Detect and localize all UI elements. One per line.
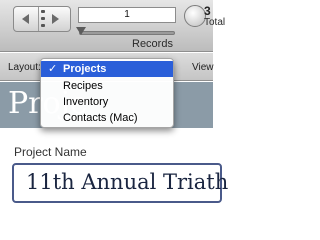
total-record-count: 3	[204, 4, 211, 18]
project-name-value: 11th Annual Triath	[26, 170, 229, 194]
menu-item-inventory[interactable]: Inventory	[41, 94, 173, 110]
menu-item-label: Projects	[63, 63, 107, 75]
next-record-icon[interactable]	[52, 14, 59, 24]
checkmark-icon: ✓	[48, 63, 58, 75]
pie-chart-icon	[184, 5, 206, 27]
record-slider[interactable]	[79, 31, 175, 35]
book-ring-icon	[41, 10, 45, 13]
book-ring-icon	[41, 24, 45, 27]
total-label: Total	[204, 17, 226, 28]
previous-record-icon[interactable]	[22, 14, 29, 24]
menu-item-label: Recipes	[63, 80, 103, 92]
book-ring-icon	[41, 17, 45, 20]
menu-item-label: Inventory	[63, 96, 109, 108]
project-name-field[interactable]: 11th Annual Triath	[12, 163, 228, 203]
menu-item-contacts-mac[interactable]: Contacts (Mac)	[41, 110, 173, 126]
book-binding-divider	[38, 7, 39, 31]
menu-item-recipes[interactable]: Recipes	[41, 78, 173, 94]
menu-item-projects[interactable]: ✓ Projects	[41, 61, 173, 77]
layout-label: Layout:	[8, 62, 41, 73]
menu-item-label: Contacts (Mac)	[63, 112, 138, 124]
layout-dropdown-menu: ✓ Projects Recipes Inventory Contacts (M…	[40, 58, 174, 128]
current-record-input[interactable]: 1	[78, 7, 176, 23]
toolbar: 1 Records 3 Total	[0, 0, 225, 52]
record-slider-thumb-icon[interactable]	[76, 27, 86, 35]
records-label: Records	[132, 38, 173, 50]
view-as-label: View	[192, 62, 214, 73]
record-navigation-book[interactable]	[13, 6, 71, 32]
project-name-label: Project Name	[14, 145, 87, 159]
